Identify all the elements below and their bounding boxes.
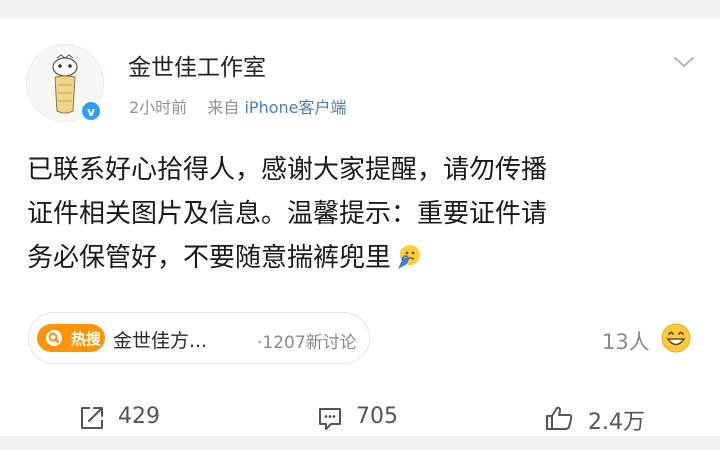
post-text-line: 务必保管好，不要随意揣裤兜里 <box>27 236 717 280</box>
post-text-line-content: 务必保管好，不要随意揣裤兜里 <box>27 243 392 273</box>
weibo-post-card: v 金世佳工作室 2小时前 来自 iPhone客户端 已联系好心拾得人，感谢大家… <box>0 18 720 436</box>
repost-count: 429 <box>118 404 160 429</box>
author-name[interactable]: 金世佳工作室 <box>128 48 266 82</box>
repost-button[interactable]: 429 <box>78 396 188 440</box>
post-time: 2小时前 <box>129 98 188 117</box>
chevron-down-icon[interactable] <box>672 50 696 74</box>
post-source-link[interactable]: iPhone客户端 <box>244 98 346 117</box>
post-text-line: 已联系好心拾得人，感谢大家提醒，请勿传播 <box>27 155 548 185</box>
grinning-emoji-icon[interactable] <box>660 322 692 354</box>
post-text: 已联系好心拾得人，感谢大家提醒，请勿传播 证件相关图片及信息。温馨提示：重要证件… <box>27 148 717 280</box>
hot-search-badge: 热搜 <box>37 324 105 352</box>
post-via-prefix: 来自 <box>207 98 240 117</box>
thumbs-up-icon <box>546 406 573 430</box>
facepalm-emoji-icon <box>398 245 421 269</box>
search-icon <box>46 330 62 346</box>
post-text-line: 证件相关图片及信息。温馨提示：重要证件请 <box>27 199 548 229</box>
post-action-bar: 429 705 2.4万 <box>0 396 720 440</box>
hot-search-label: 热搜 <box>71 330 102 348</box>
verified-badge-icon: v <box>80 100 102 122</box>
comment-icon <box>319 408 341 430</box>
like-button[interactable]: 2.4万 <box>544 396 664 440</box>
post-meta: 2小时前 来自 iPhone客户端 <box>129 94 347 118</box>
reaction-count[interactable]: 13人 <box>602 326 650 356</box>
comment-button[interactable]: 705 <box>316 396 426 440</box>
comment-count: 705 <box>356 404 398 429</box>
like-count: 2.4万 <box>588 410 645 435</box>
share-icon <box>81 407 103 429</box>
trending-discussion-count: ·1207新讨论 <box>257 333 357 353</box>
trending-topic-link[interactable]: 热搜 金世佳方... ·1207新讨论 <box>28 312 370 364</box>
svg-text:v: v <box>87 105 95 119</box>
trending-topic-title: 金世佳方... <box>113 330 208 352</box>
